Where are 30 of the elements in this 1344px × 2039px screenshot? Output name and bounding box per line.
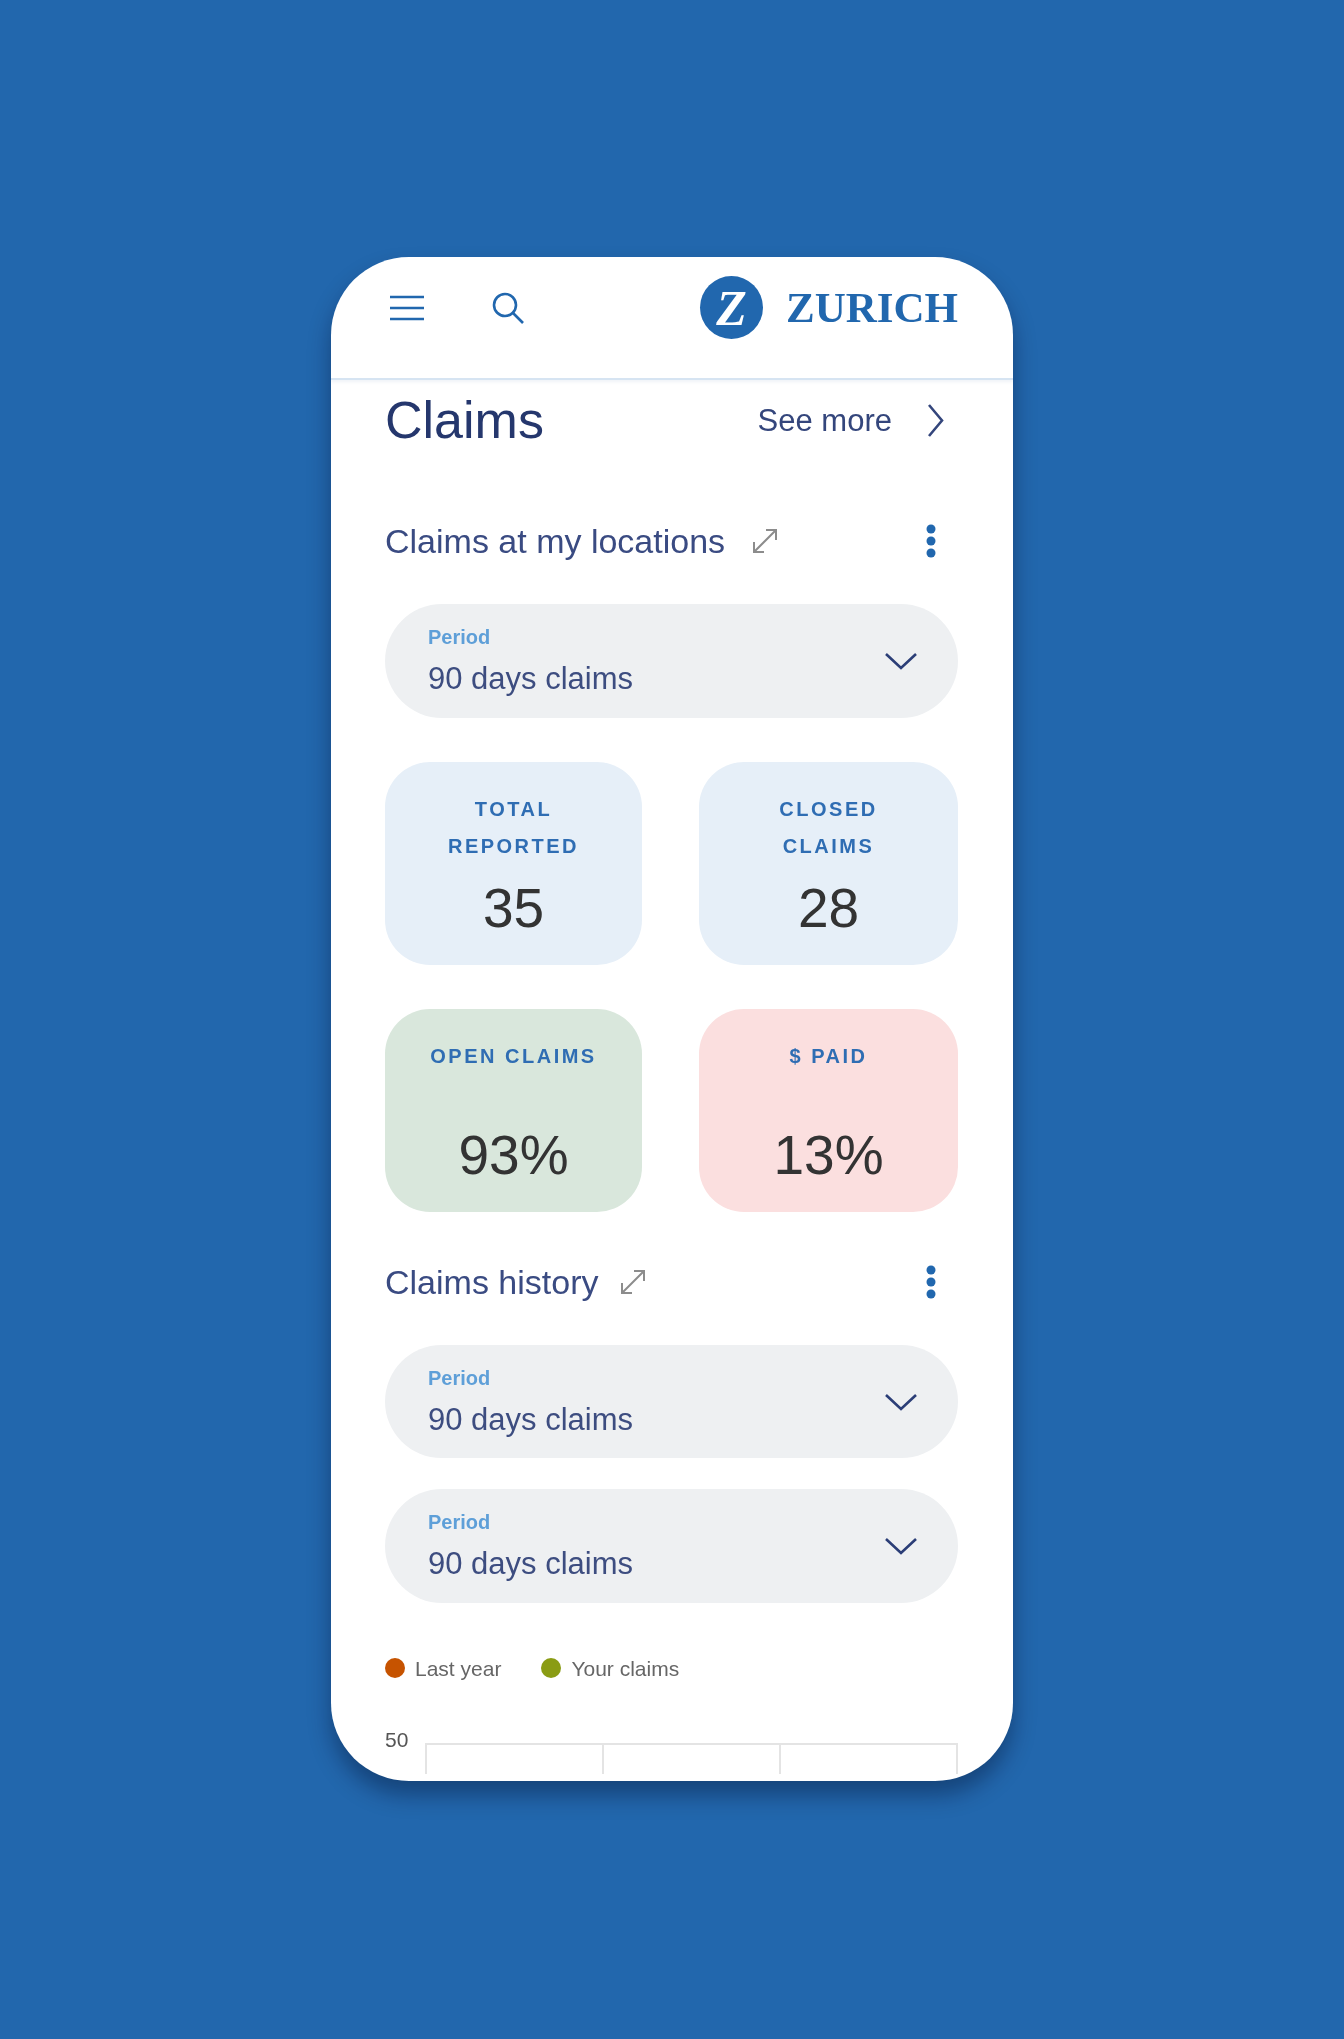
stat-value: 28	[797, 878, 860, 938]
section-title: Claims at my locations	[385, 524, 726, 558]
period-dropdown[interactable]: Period 90 days claims	[385, 1489, 958, 1603]
more-options-icon[interactable]	[926, 1265, 936, 1299]
chevron-down-icon	[884, 652, 918, 670]
stat-value: 13%	[773, 1125, 884, 1185]
more-options-icon[interactable]	[926, 524, 936, 558]
stat-label: $ PAID	[789, 1044, 868, 1069]
logo-mark: Z	[699, 276, 763, 339]
logo-wordmark: ZURICH	[785, 286, 958, 329]
stat-label: CLOSED CLAIMS	[778, 797, 879, 859]
stat-label: OPEN CLAIMS	[430, 1044, 597, 1069]
period-dropdown[interactable]: Period 90 days claims	[385, 604, 958, 718]
legend-label: Last year	[415, 1657, 502, 1679]
stat-label: TOTAL REPORTED	[446, 797, 581, 859]
legend-label: Your claims	[571, 1657, 680, 1679]
stat-value: 35	[482, 878, 545, 938]
expand-icon[interactable]	[619, 1268, 648, 1296]
stat-value: 93%	[458, 1125, 569, 1185]
section-title: Claims history	[385, 1265, 599, 1299]
page-title: Claims	[385, 394, 544, 446]
chevron-right-icon	[926, 402, 945, 438]
chevron-down-icon	[884, 1392, 918, 1411]
see-more-link[interactable]: See more	[757, 402, 945, 438]
search-icon[interactable]	[491, 290, 525, 325]
period-dropdown[interactable]: Period 90 days claims	[385, 1345, 958, 1458]
expand-icon[interactable]	[751, 527, 780, 555]
chevron-down-icon	[884, 1537, 918, 1555]
axis-label: 50	[385, 1728, 410, 1752]
menu-icon[interactable]	[390, 294, 424, 321]
